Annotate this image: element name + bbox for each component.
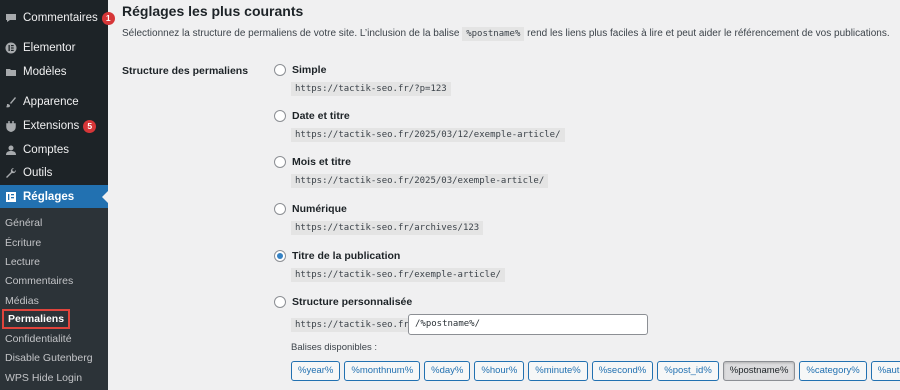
wrench-icon <box>5 167 17 179</box>
admin-sidebar: Commentaires 1 Elementor Modèles Apparen… <box>0 0 115 390</box>
submenu-item-ecriture[interactable]: Écriture <box>5 234 41 252</box>
sidebar-item-elementor[interactable]: Elementor <box>0 36 108 60</box>
option-post-name[interactable]: Titre de la publication <box>274 250 400 262</box>
option-label: Simple <box>292 64 327 76</box>
tag-button-monthnum[interactable]: %monthnum% <box>344 361 421 381</box>
updates-count-badge: 5 <box>83 119 97 133</box>
submenu-item-disable-gutenberg[interactable]: Disable Gutenberg <box>5 349 93 367</box>
description-text-after: rend les liens plus faciles à lire et pe… <box>527 28 890 39</box>
plugin-icon <box>5 120 17 132</box>
radio-month-title[interactable] <box>274 156 286 168</box>
submenu-item-lecture[interactable]: Lecture <box>5 253 40 271</box>
radio-date-title[interactable] <box>274 110 286 122</box>
section-title: Réglages les plus courants <box>122 3 304 19</box>
elementor-icon <box>5 42 17 54</box>
tag-button-postname[interactable]: %postname% <box>722 361 796 381</box>
sidebar-item-outils[interactable]: Outils <box>0 161 108 185</box>
comment-icon <box>5 12 17 24</box>
custom-structure-input[interactable]: /%postname%/ <box>408 314 648 335</box>
submenu-item-commentaires[interactable]: Commentaires <box>5 272 73 290</box>
sidebar-item-label: Apparence <box>23 96 79 108</box>
option-url-simple: https://tactik-seo.fr/?p=123 <box>291 82 451 96</box>
sidebar-item-extensions[interactable]: Extensions 5 <box>0 114 108 138</box>
available-tags: %year% %monthnum% %day% %hour% %minute% … <box>291 361 900 381</box>
radio-post-name[interactable] <box>274 250 286 262</box>
available-tags-label: Balises disponibles : <box>291 342 378 353</box>
option-numeric[interactable]: Numérique <box>274 203 347 215</box>
user-icon <box>5 144 17 156</box>
option-url-post-name: https://tactik-seo.fr/exemple-article/ <box>291 268 505 282</box>
radio-numeric[interactable] <box>274 203 286 215</box>
postname-code: %postname% <box>462 27 525 41</box>
option-date-title[interactable]: Date et titre <box>274 110 350 122</box>
tag-button-day[interactable]: %day% <box>424 361 471 381</box>
tag-button-hour[interactable]: %hour% <box>474 361 525 381</box>
permalink-structure-label: Structure des permaliens <box>122 65 249 77</box>
option-month-title[interactable]: Mois et titre <box>274 156 351 168</box>
option-custom[interactable]: Structure personnalisée <box>274 296 412 308</box>
folder-icon <box>5 66 17 78</box>
tag-button-year[interactable]: %year% <box>291 361 341 381</box>
sidebar-item-apparence[interactable]: Apparence <box>0 90 108 114</box>
option-label: Date et titre <box>292 110 350 122</box>
tag-button-minute[interactable]: %minute% <box>528 361 588 381</box>
sidebar-item-label: Commentaires <box>23 12 98 24</box>
option-label: Numérique <box>292 203 347 215</box>
sidebar-item-comptes[interactable]: Comptes <box>0 138 108 162</box>
sidebar-item-label: Extensions <box>23 120 80 132</box>
settings-submenu: Général Écriture Lecture Commentaires Mé… <box>0 208 108 390</box>
brush-icon <box>5 96 17 108</box>
option-label: Mois et titre <box>292 156 351 168</box>
option-label: Titre de la publication <box>292 250 401 262</box>
tag-button-second[interactable]: %second% <box>591 361 654 381</box>
tag-button-category[interactable]: %category% <box>799 361 867 381</box>
submenu-item-permaliens[interactable]: Permaliens <box>2 309 71 329</box>
submenu-item-confidentialite[interactable]: Confidentialité <box>5 330 72 348</box>
description-text-before: Sélectionnez la structure de permaliens … <box>122 28 460 39</box>
section-description: Sélectionnez la structure de permaliens … <box>122 27 890 41</box>
settings-icon <box>5 191 17 203</box>
option-label: Structure personnalisée <box>292 296 413 308</box>
radio-simple[interactable] <box>274 64 286 76</box>
tag-button-author[interactable]: %author% <box>870 361 900 381</box>
radio-custom[interactable] <box>274 296 286 308</box>
sidebar-item-label: Réglages <box>23 191 75 203</box>
option-simple[interactable]: Simple <box>274 64 326 76</box>
sidebar-item-modeles[interactable]: Modèles <box>0 60 108 84</box>
sidebar-item-label: Outils <box>23 167 53 179</box>
sidebar-item-commentaires[interactable]: Commentaires 1 <box>0 6 115 30</box>
main-content: Réglages les plus courants Sélectionnez … <box>108 0 900 390</box>
sidebar-item-label: Elementor <box>23 42 76 54</box>
submenu-item-general[interactable]: Général <box>5 214 42 232</box>
sidebar-item-label: Modèles <box>23 66 67 78</box>
option-url-date-title: https://tactik-seo.fr/2025/03/12/exemple… <box>291 128 565 142</box>
sidebar-item-reglages[interactable]: Réglages <box>0 185 108 209</box>
submenu-item-medias[interactable]: Médias <box>5 292 39 310</box>
submenu-item-wps-hide-login[interactable]: WPS Hide Login <box>5 369 82 387</box>
tag-button-post-id[interactable]: %post_id% <box>657 361 719 381</box>
custom-structure-base-url: https://tactik-seo.fr <box>291 318 413 332</box>
option-url-numeric: https://tactik-seo.fr/archives/123 <box>291 221 484 235</box>
option-url-month-title: https://tactik-seo.fr/2025/03/exemple-ar… <box>291 174 549 188</box>
sidebar-item-label: Comptes <box>23 144 70 156</box>
